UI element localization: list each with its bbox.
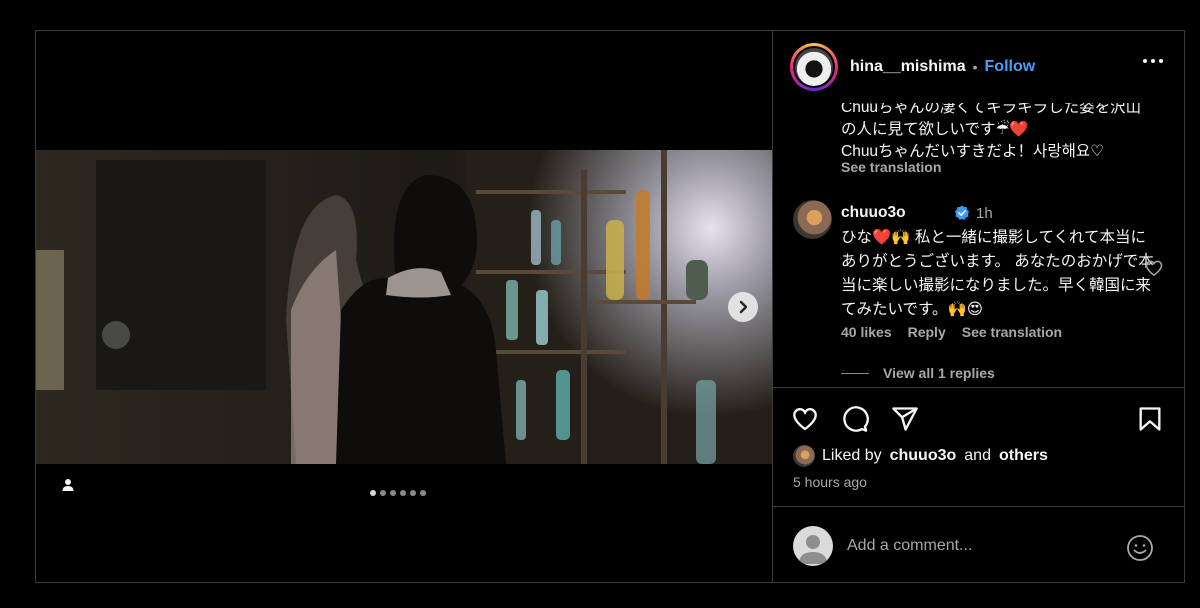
author-avatar[interactable] bbox=[790, 43, 838, 91]
liked-by-prefix: Liked by bbox=[822, 447, 882, 464]
caption-clipped-line: Chuuちゃんの凄くてキラキラした姿を沢山 bbox=[841, 103, 1142, 116]
carousel-dot bbox=[420, 490, 426, 496]
caption-see-translation[interactable]: See translation bbox=[841, 159, 941, 175]
comment-reply-button[interactable]: Reply bbox=[908, 324, 946, 340]
heart-icon bbox=[793, 408, 817, 431]
liked-by-user[interactable]: chuuo3o bbox=[890, 447, 957, 465]
comment-likes[interactable]: 40 likes bbox=[841, 324, 892, 340]
verified-icon bbox=[955, 205, 969, 220]
carousel-dot bbox=[370, 490, 376, 496]
tagged-people-button[interactable] bbox=[58, 475, 78, 495]
comment-meta: 40 likes Reply See translation bbox=[841, 324, 1062, 340]
share-icon bbox=[892, 407, 918, 431]
commenter-username[interactable]: chuuo3o bbox=[841, 204, 906, 222]
current-user-avatar bbox=[793, 526, 833, 566]
replies-line bbox=[841, 372, 869, 374]
carousel-dot bbox=[390, 490, 396, 496]
bookmark-icon bbox=[1139, 407, 1161, 431]
post-timestamp[interactable]: 5 hours ago bbox=[793, 474, 867, 490]
avatar-inner bbox=[793, 46, 835, 88]
carousel-dot bbox=[410, 490, 416, 496]
chevron-right-icon bbox=[739, 300, 748, 314]
avatar-image bbox=[795, 48, 833, 86]
action-bar bbox=[773, 403, 1185, 439]
person-tag-icon bbox=[62, 479, 74, 491]
post-side-panel: hina__mishima • Follow Chuuちゃんの凄くてキラキラした… bbox=[772, 31, 1185, 582]
liked-by-and: and bbox=[964, 447, 991, 464]
commenter-avatar[interactable] bbox=[793, 200, 832, 239]
view-replies-button[interactable]: View all 1 replies bbox=[841, 365, 995, 381]
comment-icon bbox=[843, 406, 869, 432]
comment-time: 1h bbox=[976, 205, 993, 222]
comment-see-translation[interactable]: See translation bbox=[962, 324, 1062, 340]
carousel-dot bbox=[400, 490, 406, 496]
carousel-indicator bbox=[370, 490, 426, 496]
caption-line-2: Chuuちゃんだいすきだよ！사랑해요♡ bbox=[841, 143, 1104, 160]
more-options-button[interactable] bbox=[1143, 59, 1163, 63]
comments-list[interactable]: Chuuちゃんの凄くてキラキラした姿を沢山 の人に見て欲しいです☔❤️ Chuu… bbox=[773, 103, 1185, 387]
default-avatar-icon bbox=[799, 535, 827, 564]
share-button[interactable] bbox=[889, 403, 921, 435]
post-header: hina__mishima • Follow bbox=[773, 31, 1185, 103]
header-separator: • bbox=[972, 59, 978, 75]
comment-button[interactable] bbox=[839, 403, 871, 435]
author-username[interactable]: hina__mishima bbox=[850, 58, 966, 76]
post-photo[interactable] bbox=[36, 150, 772, 464]
carousel-dot bbox=[380, 490, 386, 496]
liked-by-others[interactable]: others bbox=[999, 447, 1048, 465]
post-modal: hina__mishima • Follow Chuuちゃんの凄くてキラキラした… bbox=[35, 30, 1185, 583]
liked-by: Liked by chuuo3o and others bbox=[793, 445, 1048, 467]
photo-image bbox=[36, 150, 772, 464]
like-button[interactable] bbox=[789, 403, 821, 435]
media-area bbox=[36, 31, 772, 582]
view-replies-label: View all 1 replies bbox=[883, 365, 995, 381]
more-icon-dot bbox=[1159, 59, 1163, 63]
add-comment-bar bbox=[773, 507, 1185, 582]
comment-text: ひな❤️🙌 私と一緒に撮影してくれて本当にありがとうございます。 あなたのおかげ… bbox=[841, 229, 1154, 318]
comment-like-heart-icon[interactable] bbox=[1144, 258, 1164, 278]
more-icon-dot bbox=[1151, 59, 1155, 63]
add-comment-input[interactable] bbox=[847, 533, 1107, 559]
caption-line-1: の人に見て欲しいです☔❤️ bbox=[841, 121, 1029, 138]
liked-by-avatar[interactable] bbox=[793, 445, 815, 467]
save-button[interactable] bbox=[1134, 403, 1166, 435]
more-icon bbox=[1143, 59, 1147, 63]
divider bbox=[773, 387, 1185, 388]
emoji-button[interactable] bbox=[1125, 533, 1155, 563]
next-slide-button[interactable] bbox=[728, 292, 758, 322]
emoji-icon bbox=[1127, 535, 1153, 561]
follow-button[interactable]: Follow bbox=[985, 58, 1036, 76]
